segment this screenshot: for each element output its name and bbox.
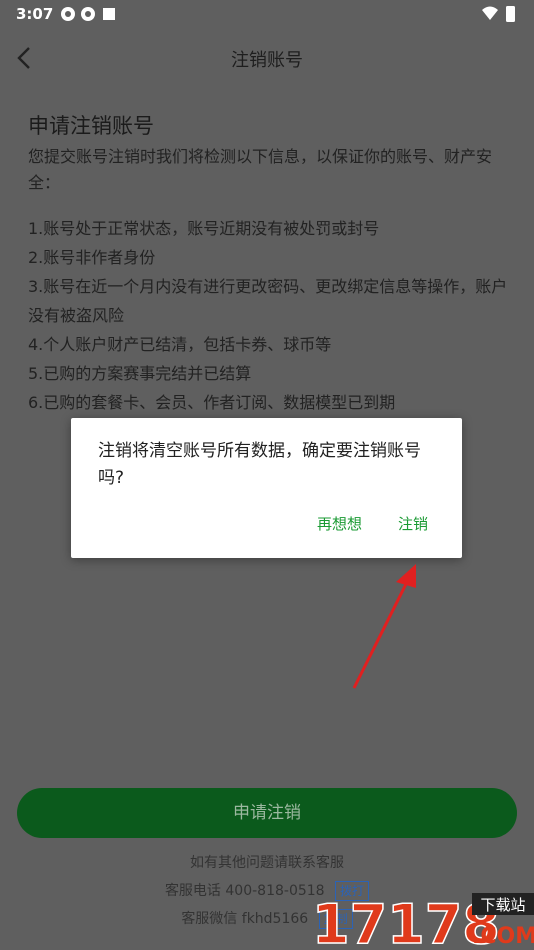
confirm-dialog: 注销将清空账号所有数据，确定要注销账号吗? 再想想 注销 xyxy=(71,418,462,558)
annotation-arrow-icon xyxy=(352,564,416,689)
dialog-cancel-button[interactable]: 再想想 xyxy=(317,513,362,534)
watermark-domain: .COM xyxy=(472,924,534,949)
site-watermark: 17178 下载站 .COM xyxy=(312,892,534,950)
dialog-confirm-button[interactable]: 注销 xyxy=(398,513,428,534)
watermark-tag: 下载站 xyxy=(480,896,525,914)
dialog-message: 注销将清空账号所有数据，确定要注销账号吗? xyxy=(98,441,421,488)
